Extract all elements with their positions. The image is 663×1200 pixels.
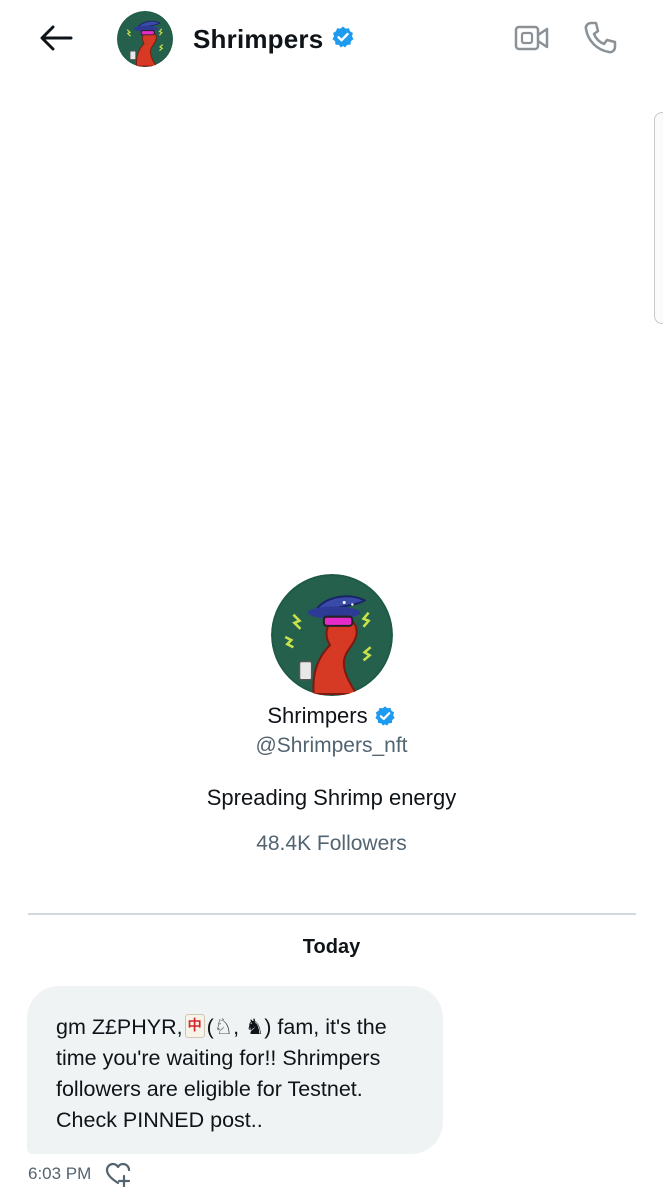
message-line: gm Z£PHYR, [56,1015,183,1039]
profile-name: Shrimpers [267,703,368,728]
profile-handle[interactable]: @Shrimpers_nft [0,734,663,758]
voice-call-button[interactable] [578,18,622,58]
header-title-group[interactable]: Shrimpers [193,21,355,57]
message-line: (♘, ♞) fam, it's the [206,1015,387,1039]
back-button[interactable] [34,20,78,56]
shrimp-avatar-image [117,11,173,67]
mahjong-tile-emoji-icon: 中 [184,1014,205,1038]
profile-name-row[interactable]: Shrimpers [0,703,663,729]
conversation-header: Shrimpers [0,0,663,78]
profile-avatar[interactable] [271,574,393,696]
video-call-button[interactable] [510,18,554,58]
verified-badge-icon [331,25,355,54]
dm-conversation-screen: Shrimpers Shrimpers @Shrimpers_nft Sprea… [0,0,663,1200]
verified-badge-icon [374,705,396,727]
message-meta: 6:03 PM [28,1160,133,1188]
phone-icon [584,21,617,54]
profile-bio: Spreading Shrimp energy [206,785,457,810]
header-avatar[interactable] [117,11,173,67]
divider [28,913,636,915]
message-line: time you're waiting for!! Shrimpers [56,1046,381,1070]
header-title: Shrimpers [193,23,324,54]
date-separator: Today [302,936,361,958]
shrimp-avatar-image [271,574,393,696]
scrollbar[interactable] [654,112,663,324]
add-reaction-button[interactable] [103,1160,133,1188]
message-line: Check PINNED post.. [56,1108,263,1132]
heart-plus-icon [106,1162,131,1187]
profile-followers-count: 48.4K Followers [256,832,407,855]
message-bubble[interactable]: gm Z£PHYR, 中 (♘, ♞) fam, it's the time you… [27,986,443,1154]
arrow-left-icon [40,25,73,51]
message-timestamp: 6:03 PM [28,1164,92,1183]
message-text: gm Z£PHYR, 中 (♘, ♞) fam, it's the time you… [56,1012,417,1136]
message-line: followers are eligible for Testnet. [56,1077,363,1101]
video-camera-icon [514,25,549,51]
